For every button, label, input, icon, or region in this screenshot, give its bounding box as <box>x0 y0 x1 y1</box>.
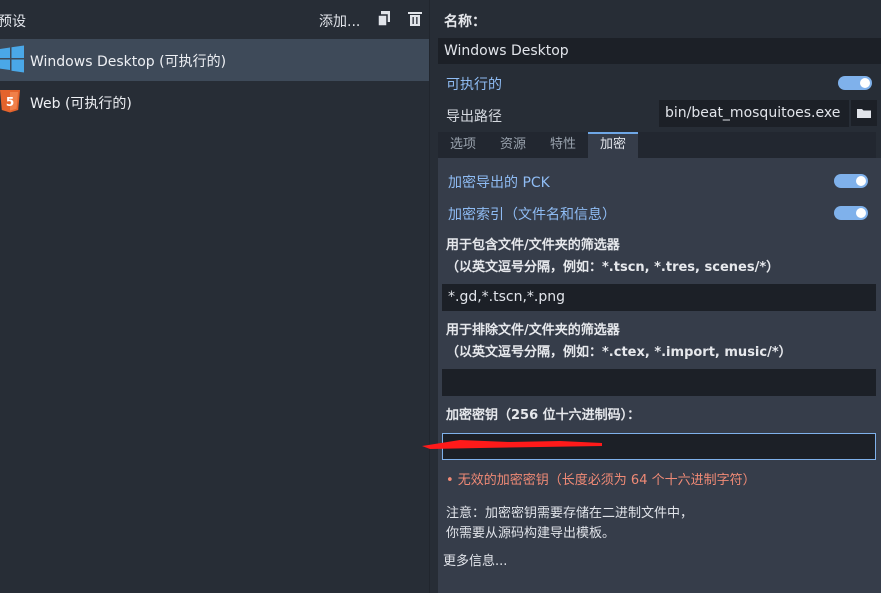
name-label: 名称： <box>444 14 486 30</box>
include-filter-label: 用于包含文件/文件夹的筛选器 <box>446 238 620 253</box>
add-preset-button[interactable]: 添加... <box>319 11 360 31</box>
presets-title: 预设 <box>0 14 26 30</box>
more-info-link[interactable]: 更多信息... <box>443 550 507 569</box>
browse-folder-button[interactable] <box>851 100 877 126</box>
encryption-key-label: 加密密钥（256 位十六进制码）： <box>446 408 641 423</box>
presets-header: 预设 添加... <box>0 0 430 38</box>
include-filter-hint: （以英文逗号分隔，例如：*.tscn, *.tres, scenes/*） <box>446 260 780 275</box>
trash-icon[interactable] <box>407 11 423 27</box>
runnable-toggle[interactable] <box>838 76 872 90</box>
encrypt-index-label: 加密索引（文件名和信息） <box>448 207 616 223</box>
html5-icon: 5 <box>0 87 20 119</box>
note-line-2: 你需要从源码构建导出模板。 <box>446 526 616 541</box>
name-input[interactable]: Windows Desktop <box>438 38 881 64</box>
preset-windows-desktop[interactable]: Windows Desktop (可执行的) <box>0 39 430 81</box>
redaction-scribble <box>422 440 602 449</box>
tab-resources[interactable]: 资源 <box>488 132 538 158</box>
tab-bar: 选项 资源 特性 加密 <box>438 132 876 158</box>
tab-features[interactable]: 特性 <box>538 132 588 158</box>
exclude-filter-input[interactable] <box>442 369 876 396</box>
include-filter-input[interactable]: *.gd,*.tscn,*.png <box>442 284 876 311</box>
note-line-1: 注意：加密密钥需要存储在二进制文件中， <box>446 506 694 521</box>
runnable-label: 可执行的 <box>446 77 502 93</box>
encrypt-pck-label: 加密导出的 PCK <box>448 175 550 191</box>
preset-web[interactable]: 5 Web (可执行的) <box>0 81 430 123</box>
key-error-message: • 无效的加密密钥（长度必须为 64 个十六进制字符） <box>446 473 756 488</box>
encrypt-pck-toggle[interactable] <box>834 174 868 188</box>
svg-text:5: 5 <box>6 95 14 109</box>
windows-icon <box>0 45 24 77</box>
presets-panel: 预设 添加... Windows Desktop (可执行的) 5 Web (可… <box>0 0 430 593</box>
tab-options[interactable]: 选项 <box>438 132 488 158</box>
exclude-filter-hint: （以英文逗号分隔，例如：*.ctex, *.import, music/*） <box>446 345 792 360</box>
preset-label: Web (可执行的) <box>30 96 132 112</box>
folder-icon <box>857 109 871 118</box>
duplicate-icon[interactable] <box>377 11 393 27</box>
encrypt-index-toggle[interactable] <box>834 206 868 220</box>
tab-encryption[interactable]: 加密 <box>588 132 638 158</box>
export-path-input[interactable]: bin/beat_mosquitoes.exe <box>659 100 849 127</box>
exclude-filter-label: 用于排除文件/文件夹的筛选器 <box>446 323 620 338</box>
preset-label: Windows Desktop (可执行的) <box>30 54 227 70</box>
export-path-label: 导出路径 <box>446 109 502 125</box>
